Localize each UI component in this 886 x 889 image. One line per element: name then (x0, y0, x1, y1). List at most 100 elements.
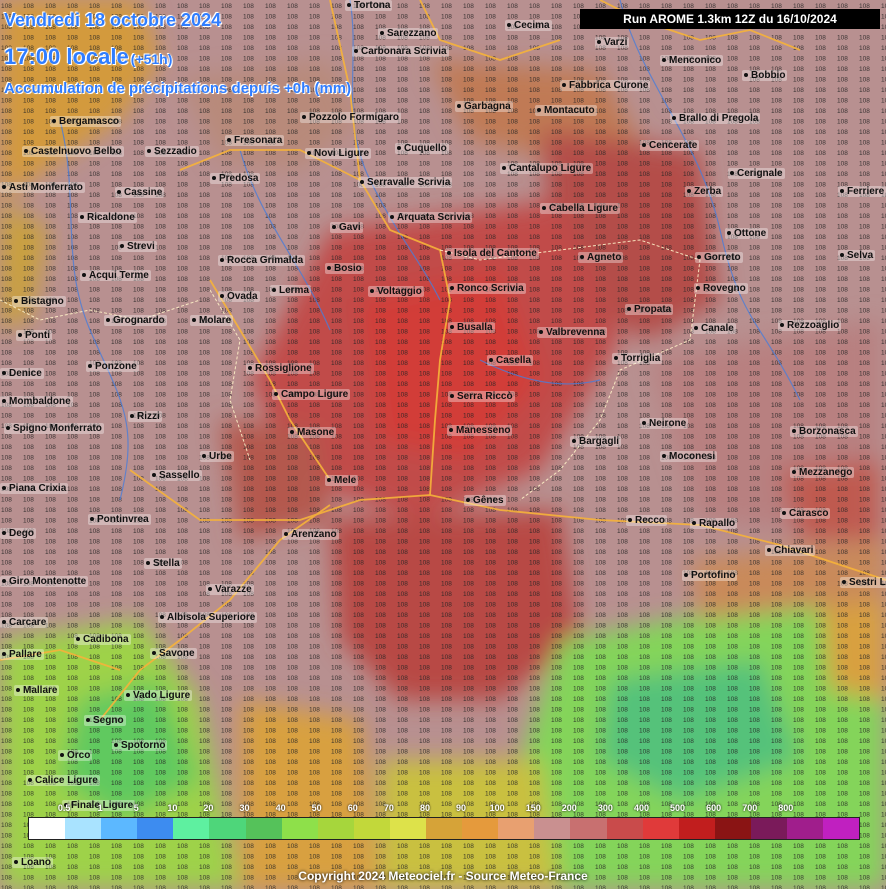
lead-time-offset: (+51h) (130, 51, 173, 67)
legend-swatch (353, 818, 390, 839)
town-label: Agneto (578, 252, 624, 263)
town-label: Pontinvrea (88, 514, 151, 525)
forecast-time: 17:00 locale (+51h) (4, 44, 172, 70)
town-label: Garbagna (455, 101, 513, 112)
town-label: Grognardo (104, 315, 167, 326)
town-label: Calice Ligure (26, 775, 100, 786)
town-label: Dego (0, 528, 36, 539)
town-label: Rizzi (128, 411, 162, 422)
legend-tick-label: 700 (742, 803, 758, 813)
town-label: Campo Ligure (272, 389, 351, 400)
town-label: Rocca Grimalda (218, 255, 306, 266)
legend-swatch (462, 818, 499, 839)
map-subtitle: Accumulation de précipitations depuis +0… (4, 80, 352, 97)
town-label: Bistagno (12, 296, 66, 307)
legend-swatch (823, 818, 860, 839)
town-label: Bargagli (570, 436, 622, 447)
copyright-notice: Copyright 2024 Meteociel.fr - Source Met… (298, 869, 588, 883)
town-label: Arquata Scrivia (388, 212, 473, 223)
town-label: Mele (325, 475, 359, 486)
town-label: Lerma (270, 285, 312, 296)
town-label: Rezzoaglio (778, 320, 842, 331)
model-run-label: Run AROME 1.3km 12Z du 16/10/2024 (580, 9, 880, 29)
town-label: Valbrevenna (537, 327, 607, 338)
town-label: Pallare (0, 649, 44, 660)
town-label: Isola del Cantone (445, 248, 539, 259)
legend-tick-label: 60 (347, 803, 358, 813)
town-label: Denice (0, 368, 44, 379)
town-label: Fabbrica Curone (560, 80, 651, 91)
town-label: Mallare (14, 685, 60, 696)
legend-tick-label: 400 (633, 803, 649, 813)
town-label: Manesseno (447, 425, 513, 436)
town-label: Menconico (660, 55, 724, 66)
town-label: Carasco (780, 508, 831, 519)
legend-swatch (101, 818, 138, 839)
town-label: Orco (58, 750, 93, 761)
town-label: Ottone (725, 228, 769, 239)
town-label: Gavi (330, 222, 363, 233)
legend-swatch (714, 818, 751, 839)
legend-tick-label: 150 (525, 803, 541, 813)
legend-tick-label: 1 (97, 803, 103, 813)
town-label: Molare (190, 315, 234, 326)
town-label: Loano (12, 857, 53, 868)
precipitation-map: 108 (0, 0, 886, 889)
legend-tick-label: 200 (561, 803, 577, 813)
town-label: Casella (487, 355, 534, 366)
legend-swatch (534, 818, 571, 839)
town-label: Recco (626, 515, 668, 526)
legend-swatch (317, 818, 354, 839)
town-label: Varzi (595, 37, 630, 48)
town-label: Acqui Terme (80, 270, 151, 281)
legend-swatch (137, 818, 174, 839)
town-label: Mombaldone (0, 396, 73, 407)
town-label: Portofino (682, 570, 738, 581)
town-label: Rossiglione (246, 363, 314, 374)
town-label: Spotorno (112, 740, 168, 751)
town-label: Rapallo (690, 518, 738, 529)
town-label: Montacuto (535, 105, 597, 116)
town-label: Moconesi (660, 451, 718, 462)
town-label: Bergamasco (50, 116, 122, 127)
legend-tick-label: 30 (239, 803, 250, 813)
town-label: Cabella Ligure (540, 203, 620, 214)
legend-swatch (173, 818, 210, 839)
legend-swatch (209, 818, 246, 839)
town-label: Cerignale (728, 168, 785, 179)
town-label: Stella (144, 558, 182, 569)
legend-tick-label: 90 (456, 803, 467, 813)
town-label: Giro Montenotte (0, 576, 89, 587)
town-label: Piana Crixia (0, 483, 69, 494)
town-label: Vado Ligure (124, 690, 193, 701)
legend-tick-label: 500 (670, 803, 686, 813)
town-label: Spigno Monferrato (4, 423, 104, 434)
town-label: Propata (625, 304, 674, 315)
town-label: Selva (838, 250, 876, 261)
legend-swatch (389, 818, 427, 839)
legend-swatch (65, 818, 102, 839)
town-label: Ronco Scrivia (448, 283, 526, 294)
legend-swatch (750, 818, 787, 839)
legend-tick-label: 300 (597, 803, 613, 813)
legend-swatch (570, 818, 607, 839)
town-label: Urbe (200, 451, 234, 462)
town-label: Zerba (685, 186, 724, 197)
town-label: Sarezzano (378, 28, 439, 39)
town-label: Sassello (150, 470, 202, 481)
town-label: Carcare (0, 617, 49, 628)
town-label: Mezzanego (790, 467, 855, 478)
forecast-date: Vendredi 18 octobre 2024 (4, 10, 222, 30)
legend-swatch (498, 818, 535, 839)
time-label: 17:00 locale (4, 44, 129, 69)
legend-tick-label: 0.5 (57, 803, 71, 813)
town-label: Ponzone (86, 361, 139, 372)
legend-swatch (678, 818, 715, 839)
legend-tick-label: 600 (706, 803, 722, 813)
legend-tick-label: 80 (419, 803, 430, 813)
town-label: Savone (150, 648, 197, 659)
town-label: Strevi (118, 241, 157, 252)
town-label: Serra Riccò (448, 391, 515, 402)
legend-tick-label: 50 (311, 803, 322, 813)
legend-swatch (29, 818, 66, 839)
